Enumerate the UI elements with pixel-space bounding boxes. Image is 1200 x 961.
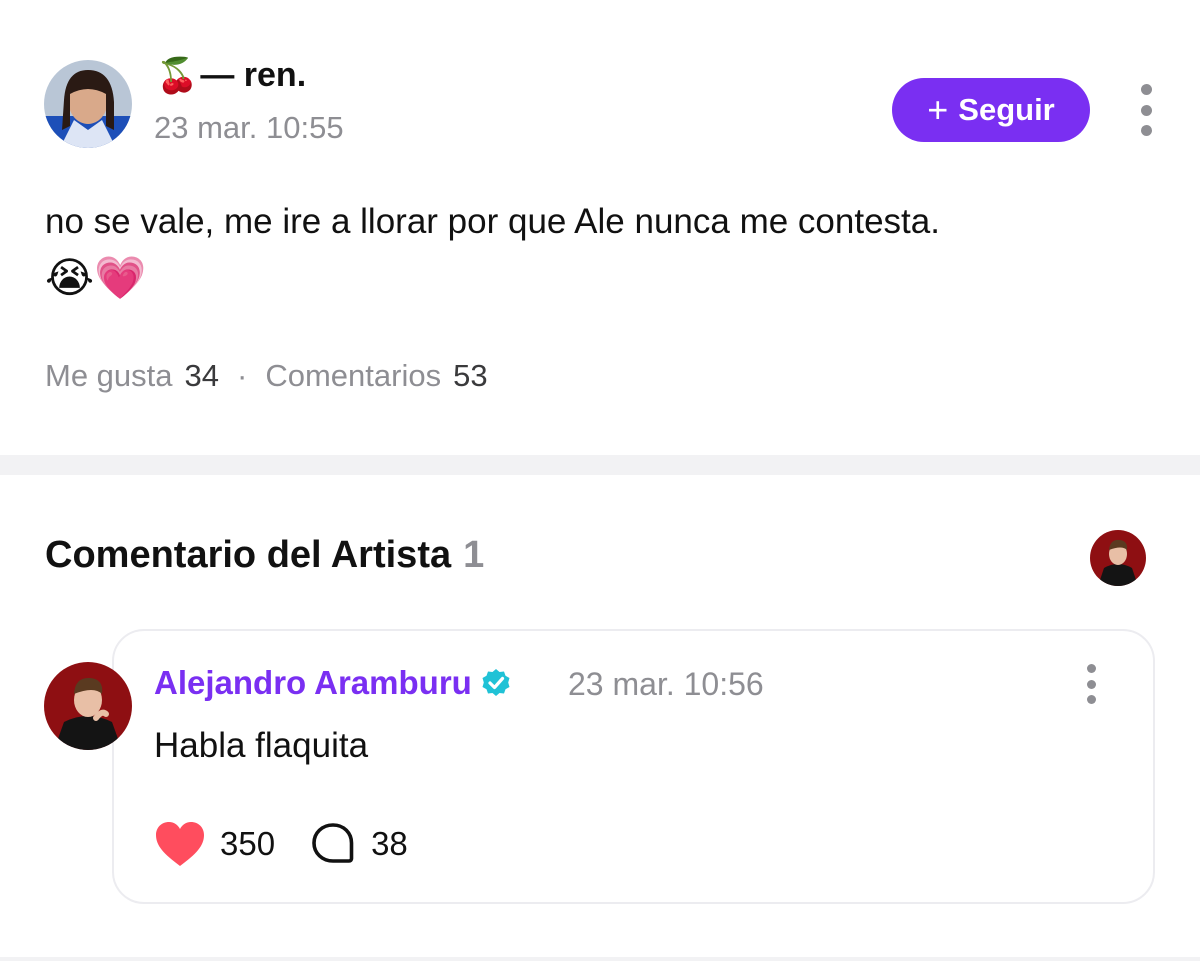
comments-count: 53 xyxy=(453,358,488,393)
artist-comment-count: 1 xyxy=(463,534,485,576)
bottom-divider xyxy=(0,957,1200,961)
comments-label[interactable]: Comentarios xyxy=(265,358,441,394)
follow-button[interactable]: + Seguir xyxy=(892,78,1090,142)
username-text: — ren. xyxy=(200,56,307,94)
likes-count: 34 xyxy=(184,358,219,393)
artist-avatar[interactable] xyxy=(44,662,132,750)
post-timestamp: 23 mar. 10:55 xyxy=(154,110,344,145)
reply-bubble-icon[interactable] xyxy=(309,820,357,868)
post-username[interactable]: 🍒 — ren. xyxy=(156,56,306,95)
stats-separator: · xyxy=(237,358,248,393)
comment-author-name: Alejandro Aramburu xyxy=(154,664,472,701)
more-options-icon[interactable] xyxy=(1136,84,1156,136)
post-body: no se vale, me ire a llorar por que Ale … xyxy=(45,202,940,241)
comment-reactions: 350 38 xyxy=(154,820,408,868)
comment-more-options-icon[interactable] xyxy=(1082,664,1100,704)
section-divider xyxy=(0,455,1200,475)
verified-badge-icon xyxy=(482,669,510,696)
artist-comment-heading: Comentario del Artista 1 xyxy=(45,534,484,577)
artist-mini-avatar[interactable] xyxy=(1090,530,1146,586)
comment-timestamp: 23 mar. 10:56 xyxy=(568,666,764,702)
follow-label: Seguir xyxy=(958,92,1055,127)
comment-text: Habla flaquita xyxy=(154,726,369,765)
comment-like-count: 350 xyxy=(220,825,276,862)
post-emojis: 😭💗 xyxy=(45,254,147,301)
comment-reply-count: 38 xyxy=(371,825,408,862)
comment-author[interactable]: Alejandro Aramburu xyxy=(154,664,512,702)
post: 🍒 — ren. 23 mar. 10:55 + Seguir no se va… xyxy=(0,0,1200,455)
artist-comment-title: Comentario del Artista xyxy=(45,534,452,576)
heart-icon[interactable] xyxy=(154,820,206,868)
likes-label[interactable]: Me gusta xyxy=(45,358,173,394)
cherry-emoji: 🍒 xyxy=(156,56,199,95)
post-stats: Me gusta 34 · Comentarios 53 xyxy=(45,358,488,394)
user-avatar[interactable] xyxy=(44,60,132,148)
plus-icon: + xyxy=(927,89,949,130)
